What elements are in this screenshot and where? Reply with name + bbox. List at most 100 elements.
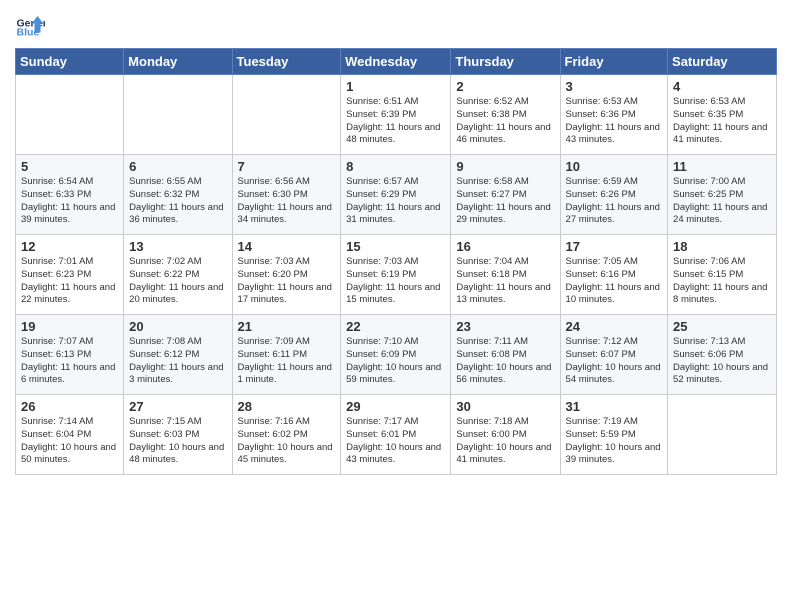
day-number: 2	[456, 79, 554, 94]
calendar-week-row: 26Sunrise: 7:14 AM Sunset: 6:04 PM Dayli…	[16, 395, 777, 475]
calendar-cell	[16, 75, 124, 155]
calendar-page: General Blue SundayMondayTuesdayWednesda…	[0, 0, 792, 612]
calendar-cell: 12 Sunrise: 7:01 AM Sunset: 6:23 PM Dayli…	[16, 235, 124, 315]
day-number: 10	[566, 159, 663, 174]
day-number: 18	[673, 239, 771, 254]
day-number: 27	[129, 399, 226, 414]
day-number: 8	[346, 159, 445, 174]
calendar-cell: 20 Sunrise: 7:08 AM Sunset: 6:12 PM Dayli…	[124, 315, 232, 395]
day-info: Sunrise: 6:51 AM Sunset: 6:39 PM Dayligh…	[346, 96, 445, 147]
day-info: Sunrise: 6:53 AM Sunset: 6:36 PM Dayligh…	[566, 96, 663, 147]
calendar-cell: 2 Sunrise: 6:52 AM Sunset: 6:38 PM Daylig…	[451, 75, 560, 155]
day-info: Sunrise: 7:02 AM Sunset: 6:22 PM Dayligh…	[129, 256, 226, 307]
calendar-cell: 1 Sunrise: 6:51 AM Sunset: 6:39 PM Daylig…	[341, 75, 451, 155]
calendar-cell: 16Sunrise: 7:04 AM Sunset: 6:18 PM Dayli…	[451, 235, 560, 315]
weekday-header-wednesday: Wednesday	[341, 49, 451, 75]
weekday-header-tuesday: Tuesday	[232, 49, 341, 75]
weekday-header-sunday: Sunday	[16, 49, 124, 75]
day-number: 20	[129, 319, 226, 334]
day-number: 6	[129, 159, 226, 174]
day-number: 24	[566, 319, 663, 334]
day-info: Sunrise: 6:53 AM Sunset: 6:35 PM Dayligh…	[673, 96, 771, 147]
calendar-cell: 21 Sunrise: 7:09 AM Sunset: 6:11 PM Dayli…	[232, 315, 341, 395]
calendar-cell: 15Sunrise: 7:03 AM Sunset: 6:19 PM Dayli…	[341, 235, 451, 315]
calendar-cell: 25 Sunrise: 7:13 AM Sunset: 6:06 PM Dayli…	[668, 315, 777, 395]
day-number: 7	[238, 159, 336, 174]
day-number: 28	[238, 399, 336, 414]
day-number: 29	[346, 399, 445, 414]
calendar-cell: 13 Sunrise: 7:02 AM Sunset: 6:22 PM Dayli…	[124, 235, 232, 315]
calendar-cell: 30 Sunrise: 7:18 AM Sunset: 6:00 PM Dayli…	[451, 395, 560, 475]
day-number: 23	[456, 319, 554, 334]
calendar-cell: 28 Sunrise: 7:16 AM Sunset: 6:02 PM Dayli…	[232, 395, 341, 475]
calendar-cell: 23 Sunrise: 7:11 AM Sunset: 6:08 PM Dayli…	[451, 315, 560, 395]
day-number: 25	[673, 319, 771, 334]
day-info: Sunrise: 6:52 AM Sunset: 6:38 PM Dayligh…	[456, 96, 554, 147]
day-number: 4	[673, 79, 771, 94]
day-info: Sunrise: 7:07 AM Sunset: 6:13 PM Dayligh…	[21, 336, 118, 387]
logo: General Blue	[15, 10, 45, 40]
calendar-cell: 11 Sunrise: 7:00 AM Sunset: 6:25 PM Dayli…	[668, 155, 777, 235]
calendar-cell: 31Sunrise: 7:19 AM Sunset: 5:59 PM Dayli…	[560, 395, 668, 475]
day-number: 1	[346, 79, 445, 94]
day-info: Sunrise: 6:59 AM Sunset: 6:26 PM Dayligh…	[566, 176, 663, 227]
day-info: Sunrise: 7:13 AM Sunset: 6:06 PM Dayligh…	[673, 336, 771, 387]
calendar-table: SundayMondayTuesdayWednesdayThursdayFrid…	[15, 48, 777, 475]
day-info: Sunrise: 7:08 AM Sunset: 6:12 PM Dayligh…	[129, 336, 226, 387]
day-info: Sunrise: 6:54 AM Sunset: 6:33 PM Dayligh…	[21, 176, 118, 227]
day-number: 22	[346, 319, 445, 334]
calendar-cell: 29Sunrise: 7:17 AM Sunset: 6:01 PM Dayli…	[341, 395, 451, 475]
calendar-cell: 19 Sunrise: 7:07 AM Sunset: 6:13 PM Dayli…	[16, 315, 124, 395]
calendar-cell: 17Sunrise: 7:05 AM Sunset: 6:16 PM Dayli…	[560, 235, 668, 315]
calendar-cell: 4 Sunrise: 6:53 AM Sunset: 6:35 PM Daylig…	[668, 75, 777, 155]
calendar-cell: 8 Sunrise: 6:57 AM Sunset: 6:29 PM Daylig…	[341, 155, 451, 235]
day-info: Sunrise: 7:18 AM Sunset: 6:00 PM Dayligh…	[456, 416, 554, 467]
day-number: 5	[21, 159, 118, 174]
day-number: 13	[129, 239, 226, 254]
calendar-cell: 3 Sunrise: 6:53 AM Sunset: 6:36 PM Daylig…	[560, 75, 668, 155]
weekday-header-monday: Monday	[124, 49, 232, 75]
calendar-week-row: 5 Sunrise: 6:54 AM Sunset: 6:33 PM Daylig…	[16, 155, 777, 235]
day-info: Sunrise: 7:00 AM Sunset: 6:25 PM Dayligh…	[673, 176, 771, 227]
calendar-cell: 26Sunrise: 7:14 AM Sunset: 6:04 PM Dayli…	[16, 395, 124, 475]
day-number: 21	[238, 319, 336, 334]
weekday-header-thursday: Thursday	[451, 49, 560, 75]
header: General Blue	[15, 10, 777, 40]
day-number: 15	[346, 239, 445, 254]
weekday-header-saturday: Saturday	[668, 49, 777, 75]
day-number: 31	[566, 399, 663, 414]
day-info: Sunrise: 7:15 AM Sunset: 6:03 PM Dayligh…	[129, 416, 226, 467]
calendar-cell: 18 Sunrise: 7:06 AM Sunset: 6:15 PM Dayli…	[668, 235, 777, 315]
day-number: 14	[238, 239, 336, 254]
day-number: 16	[456, 239, 554, 254]
day-info: Sunrise: 6:58 AM Sunset: 6:27 PM Dayligh…	[456, 176, 554, 227]
day-info: Sunrise: 7:09 AM Sunset: 6:11 PM Dayligh…	[238, 336, 336, 387]
logo-icon: General Blue	[15, 10, 45, 40]
calendar-week-row: 19 Sunrise: 7:07 AM Sunset: 6:13 PM Dayli…	[16, 315, 777, 395]
day-number: 26	[21, 399, 118, 414]
day-info: Sunrise: 6:57 AM Sunset: 6:29 PM Dayligh…	[346, 176, 445, 227]
day-info: Sunrise: 7:11 AM Sunset: 6:08 PM Dayligh…	[456, 336, 554, 387]
day-info: Sunrise: 7:10 AM Sunset: 6:09 PM Dayligh…	[346, 336, 445, 387]
day-info: Sunrise: 7:06 AM Sunset: 6:15 PM Dayligh…	[673, 256, 771, 307]
day-number: 30	[456, 399, 554, 414]
calendar-cell: 10 Sunrise: 6:59 AM Sunset: 6:26 PM Dayli…	[560, 155, 668, 235]
day-info: Sunrise: 7:16 AM Sunset: 6:02 PM Dayligh…	[238, 416, 336, 467]
day-number: 12	[21, 239, 118, 254]
day-info: Sunrise: 7:01 AM Sunset: 6:23 PM Dayligh…	[21, 256, 118, 307]
calendar-cell	[232, 75, 341, 155]
day-info: Sunrise: 6:55 AM Sunset: 6:32 PM Dayligh…	[129, 176, 226, 227]
calendar-cell: 27 Sunrise: 7:15 AM Sunset: 6:03 PM Dayli…	[124, 395, 232, 475]
calendar-cell: 9 Sunrise: 6:58 AM Sunset: 6:27 PM Daylig…	[451, 155, 560, 235]
calendar-cell	[668, 395, 777, 475]
day-number: 19	[21, 319, 118, 334]
calendar-cell: 22 Sunrise: 7:10 AM Sunset: 6:09 PM Dayli…	[341, 315, 451, 395]
calendar-cell: 7Sunrise: 6:56 AM Sunset: 6:30 PM Daylig…	[232, 155, 341, 235]
day-number: 3	[566, 79, 663, 94]
day-number: 11	[673, 159, 771, 174]
calendar-cell: 14 Sunrise: 7:03 AM Sunset: 6:20 PM Dayli…	[232, 235, 341, 315]
calendar-cell: 6 Sunrise: 6:55 AM Sunset: 6:32 PM Daylig…	[124, 155, 232, 235]
day-info: Sunrise: 7:12 AM Sunset: 6:07 PM Dayligh…	[566, 336, 663, 387]
day-number: 9	[456, 159, 554, 174]
day-info: Sunrise: 7:03 AM Sunset: 6:20 PM Dayligh…	[238, 256, 336, 307]
